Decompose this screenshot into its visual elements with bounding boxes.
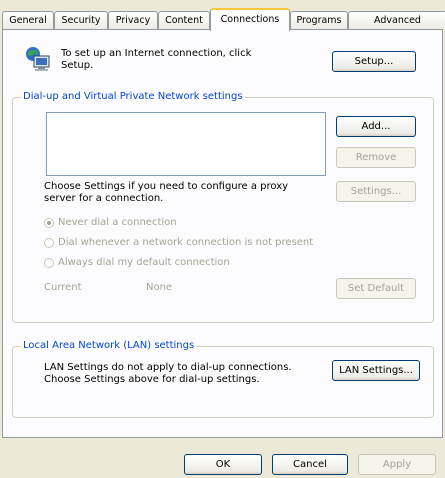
radio-never-dial-indicator[interactable]	[44, 217, 54, 228]
tab-strip: General Security Privacy Content Connect…	[2, 8, 445, 31]
lan-instruction-line1: LAN Settings do not apply to dial-up con…	[44, 362, 292, 373]
tab-privacy[interactable]: Privacy	[108, 11, 158, 29]
radio-always-dial[interactable]: Always dial my default connection	[44, 257, 230, 268]
tab-security[interactable]: Security	[54, 11, 108, 29]
radio-always-dial-label: Always dial my default connection	[58, 257, 230, 268]
dialup-vpn-legend: Dial-up and Virtual Private Network sett…	[21, 91, 245, 102]
radio-never-dial[interactable]: Never dial a connection	[44, 217, 177, 228]
lan-instruction-line2: Choose Settings above for dial-up settin…	[44, 374, 260, 385]
current-connection-label: Current	[44, 282, 82, 293]
set-default-button[interactable]: Set Default	[336, 278, 416, 299]
radio-always-dial-indicator[interactable]	[44, 257, 54, 268]
setup-instruction-line2: Setup.	[61, 60, 94, 71]
radio-dial-whenever[interactable]: Dial whenever a network connection is no…	[44, 237, 313, 248]
radio-dial-whenever-indicator[interactable]	[44, 237, 54, 248]
setup-instruction-line1: To set up an Internet connection, click	[61, 48, 252, 59]
setup-button[interactable]: Setup...	[332, 51, 416, 72]
add-button[interactable]: Add...	[336, 116, 416, 137]
tab-content[interactable]: Content	[158, 11, 210, 29]
tab-advanced[interactable]: Advanced	[348, 11, 445, 29]
tab-programs[interactable]: Programs	[290, 11, 348, 29]
network-computer-icon	[25, 46, 51, 72]
tab-general[interactable]: General	[2, 11, 54, 29]
radio-never-dial-label: Never dial a connection	[58, 217, 177, 228]
radio-dial-whenever-label: Dial whenever a network connection is no…	[58, 237, 314, 248]
connections-panel: To set up an Internet connection, click …	[2, 29, 443, 438]
remove-button[interactable]: Remove	[336, 147, 416, 168]
proxy-instruction-line1: Choose Settings if you need to configure…	[44, 181, 289, 192]
proxy-instruction-line2: server for a connection.	[44, 193, 164, 204]
dialup-settings-button[interactable]: Settings...	[336, 181, 416, 202]
apply-button[interactable]: Apply	[358, 454, 436, 475]
ok-button[interactable]: OK	[184, 454, 262, 475]
cancel-button[interactable]: Cancel	[272, 454, 348, 475]
lan-settings-legend: Local Area Network (LAN) settings	[21, 340, 197, 351]
lan-settings-button[interactable]: LAN Settings...	[332, 360, 420, 381]
connections-list[interactable]	[46, 112, 326, 176]
tab-connections[interactable]: Connections	[210, 8, 290, 31]
current-connection-value: None	[146, 282, 173, 293]
